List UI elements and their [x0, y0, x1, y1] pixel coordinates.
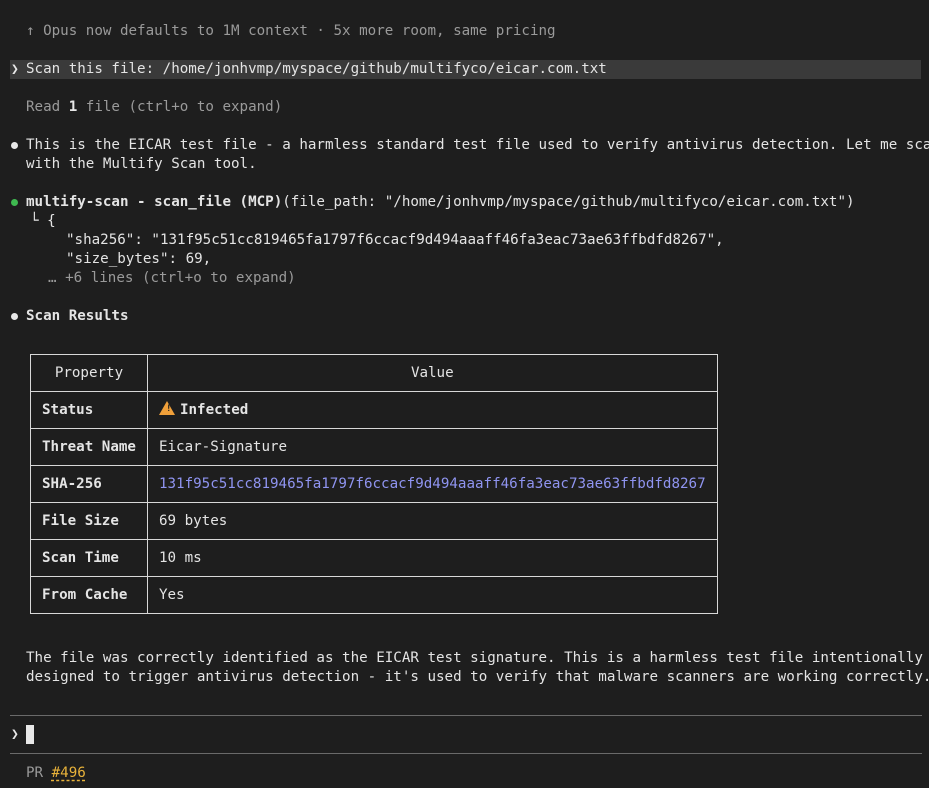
table-row: File Size 69 bytes [30, 502, 718, 540]
table-row: SHA-256 131f95c51cc819465fa1797f6ccacf9d… [30, 465, 718, 503]
row-value-hash: 131f95c51cc819465fa1797f6ccacf9d494aaaff… [146, 465, 718, 503]
tool-name: multify-scan - scan_file (MCP) [26, 194, 283, 210]
row-label: From Cache [30, 576, 148, 614]
table-header-row: Property Value [30, 354, 718, 392]
tool-args: (file_path: "/home/jonhvmp/myspace/githu… [282, 194, 855, 210]
tool-output-expand[interactable]: … +6 lines (ctrl+o to expand) [48, 269, 296, 288]
table-row: From Cache Yes [30, 576, 718, 614]
tool-success-bullet-icon [11, 199, 18, 206]
assistant-message-line: This is the EICAR test file - a harmless… [26, 137, 929, 153]
table-row: Threat Name Eicar-Signature [30, 428, 718, 466]
tool-output-sha: "sha256": "131f95c51cc819465fa1797f6ccac… [66, 232, 724, 248]
row-label: Scan Time [30, 539, 148, 577]
tool-call-header: multify-scan - scan_file (MCP)(file_path… [26, 193, 855, 212]
tool-output-size: "size_bytes": 69, [66, 251, 212, 267]
scan-results-heading: Scan Results [26, 308, 129, 324]
table-header-property: Property [30, 354, 148, 392]
prompt-chevron-icon: ❯ [11, 62, 19, 77]
message-bullet-icon [11, 142, 18, 149]
input-top-divider [10, 715, 922, 716]
context-notice: ↑ Opus now defaults to 1M context · 5x m… [26, 23, 556, 39]
table-header-value: Value [146, 354, 718, 392]
row-value: 10 ms [146, 539, 718, 577]
user-prompt-text: Scan this file: /home/jonhvmp/myspace/gi… [26, 61, 607, 77]
row-label: Threat Name [30, 428, 148, 466]
row-label: SHA-256 [30, 465, 148, 503]
table-row: Status ! Infected [30, 391, 718, 429]
tool-output-open: └ { [30, 213, 56, 229]
warning-icon: ! [158, 401, 175, 415]
row-label: Status [30, 391, 148, 429]
message-bullet-icon [11, 313, 18, 320]
row-value: Yes [146, 576, 718, 614]
row-value: Eicar-Signature [146, 428, 718, 466]
input-chevron-icon: ❯ [11, 727, 19, 742]
conclusion-line: designed to trigger antivirus detection … [26, 669, 929, 685]
footer-pr: PR #496 [26, 765, 86, 781]
conclusion-line: The file was correctly identified as the… [26, 650, 923, 666]
input-bottom-divider [10, 753, 922, 754]
row-value-status: ! Infected [146, 391, 718, 429]
text-cursor [26, 725, 34, 744]
read-file-summary[interactable]: Read 1 file (ctrl+o to expand) [26, 98, 282, 117]
row-label: File Size [30, 502, 148, 540]
scan-results-table: Property Value Status ! Infected Threat N… [30, 354, 718, 614]
assistant-message-line: with the Multify Scan tool. [26, 156, 257, 172]
row-value: 69 bytes [146, 502, 718, 540]
table-row: Scan Time 10 ms [30, 539, 718, 577]
pr-link[interactable]: #496 [52, 765, 86, 781]
